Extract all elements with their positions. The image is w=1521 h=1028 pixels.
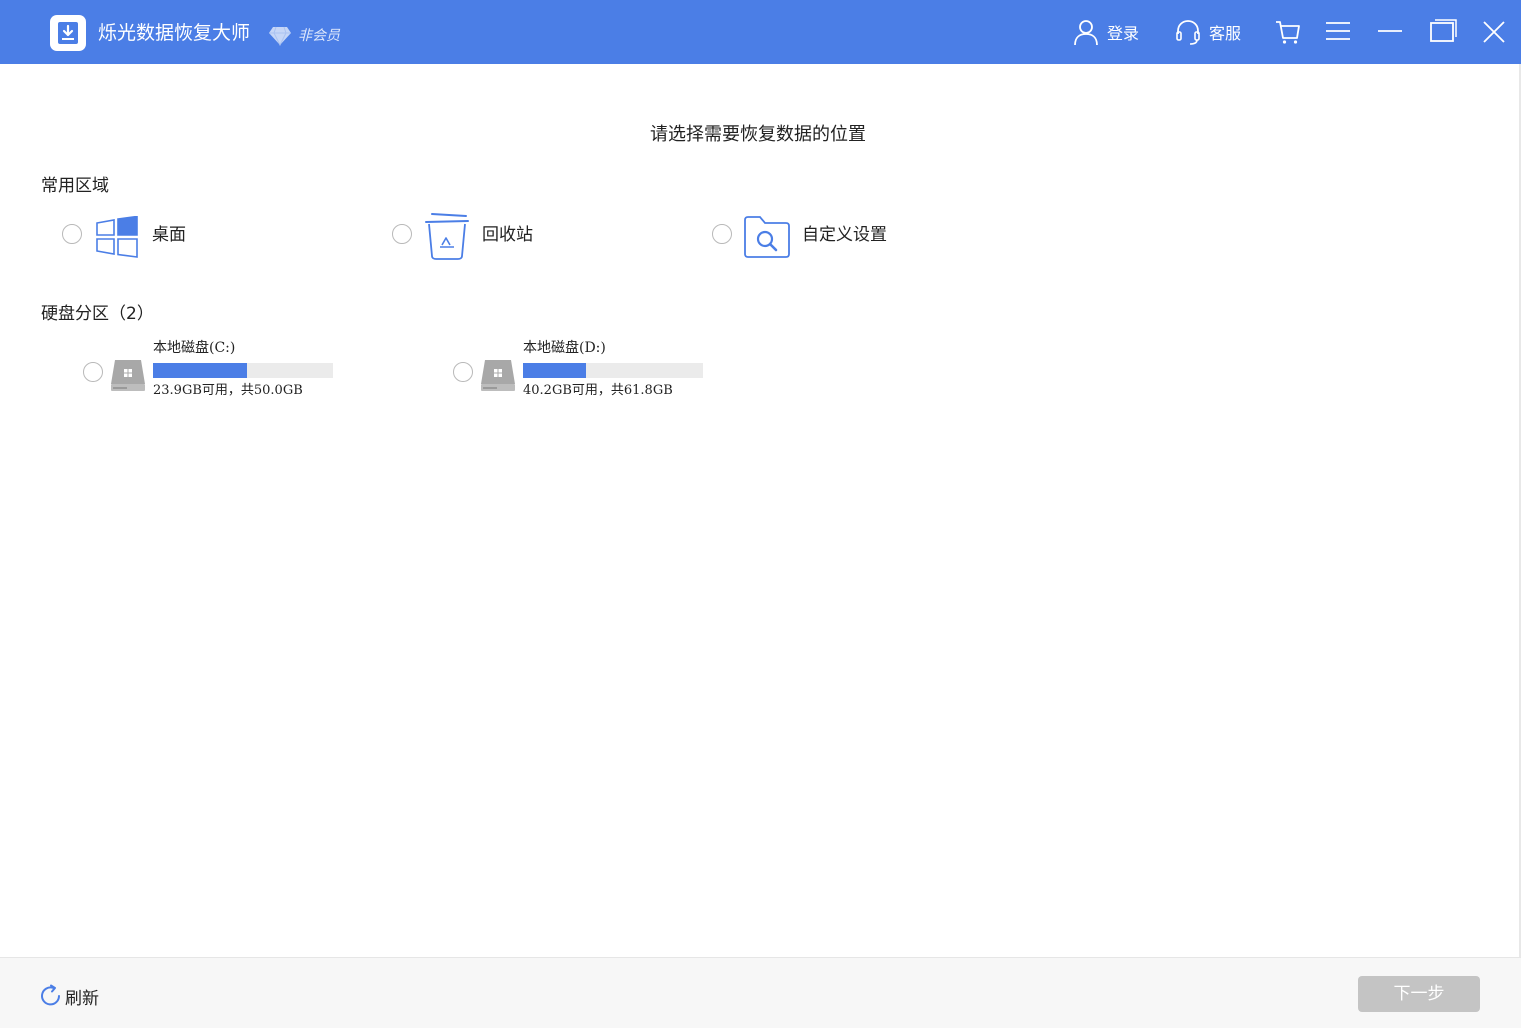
refresh-label: 刷新	[65, 988, 99, 1009]
login-label: 登录	[1107, 24, 1140, 43]
disk-c-usage-bar	[153, 363, 333, 378]
headset-icon	[1176, 20, 1200, 45]
hard-drive-icon	[111, 360, 145, 391]
customer-service-button[interactable]: 客服	[1175, 16, 1241, 48]
disk-d-radio[interactable]	[453, 362, 473, 382]
minimize-button[interactable]	[1374, 16, 1406, 48]
close-icon	[1483, 21, 1505, 43]
download-icon	[58, 22, 78, 44]
maximize-icon	[1430, 19, 1457, 42]
cart-button[interactable]	[1272, 16, 1304, 48]
membership-badge[interactable]: 非会员	[268, 23, 340, 47]
refresh-button[interactable]: 刷新	[39, 984, 99, 1009]
common-section-title: 常用区域	[41, 176, 109, 196]
menu-button[interactable]	[1322, 16, 1354, 48]
customer-service-label: 客服	[1209, 24, 1242, 43]
folder-search-icon	[744, 216, 790, 258]
desktop-radio[interactable]	[62, 224, 82, 244]
next-step-button[interactable]: 下一步	[1358, 976, 1480, 1012]
refresh-icon	[41, 984, 60, 1006]
user-icon	[1074, 20, 1098, 46]
disk-d-usage-fill	[523, 363, 586, 378]
footer-bar: 刷新 下一步	[0, 957, 1521, 1028]
hard-drive-icon	[481, 360, 515, 391]
membership-label: 非会员	[298, 28, 340, 44]
title-bar: 烁光数据恢复大师 非会员 登录 客服	[0, 0, 1521, 64]
windows-icon	[96, 216, 138, 258]
disk-c-name: 本地磁盘(C:)	[153, 340, 236, 356]
hamburger-menu-icon	[1326, 22, 1350, 40]
recycle-bin-radio[interactable]	[392, 224, 412, 244]
disk-section-title: 硬盘分区（2）	[41, 304, 154, 324]
close-button[interactable]	[1478, 16, 1510, 48]
custom-location-radio[interactable]	[712, 224, 732, 244]
page-title: 请选择需要恢复数据的位置	[650, 124, 866, 145]
custom-location-label[interactable]: 自定义设置	[802, 223, 887, 247]
disk-d-name: 本地磁盘(D:)	[523, 340, 606, 356]
minimize-icon	[1378, 30, 1402, 32]
cart-icon	[1276, 21, 1300, 44]
diamond-icon	[269, 26, 291, 46]
login-button[interactable]: 登录	[1073, 16, 1139, 48]
disk-c-radio[interactable]	[83, 362, 103, 382]
app-logo	[50, 15, 86, 51]
recycle-bin-icon	[425, 213, 469, 260]
disk-c-info: 23.9GB可用，共50.0GB	[153, 383, 303, 398]
desktop-label[interactable]: 桌面	[152, 223, 186, 247]
maximize-button[interactable]	[1427, 16, 1459, 48]
disk-d-info: 40.2GB可用，共61.8GB	[523, 383, 673, 398]
recycle-bin-label[interactable]: 回收站	[482, 223, 533, 247]
app-title: 烁光数据恢复大师	[98, 22, 251, 44]
disk-c-usage-fill	[153, 363, 247, 378]
disk-d-usage-bar	[523, 363, 703, 378]
